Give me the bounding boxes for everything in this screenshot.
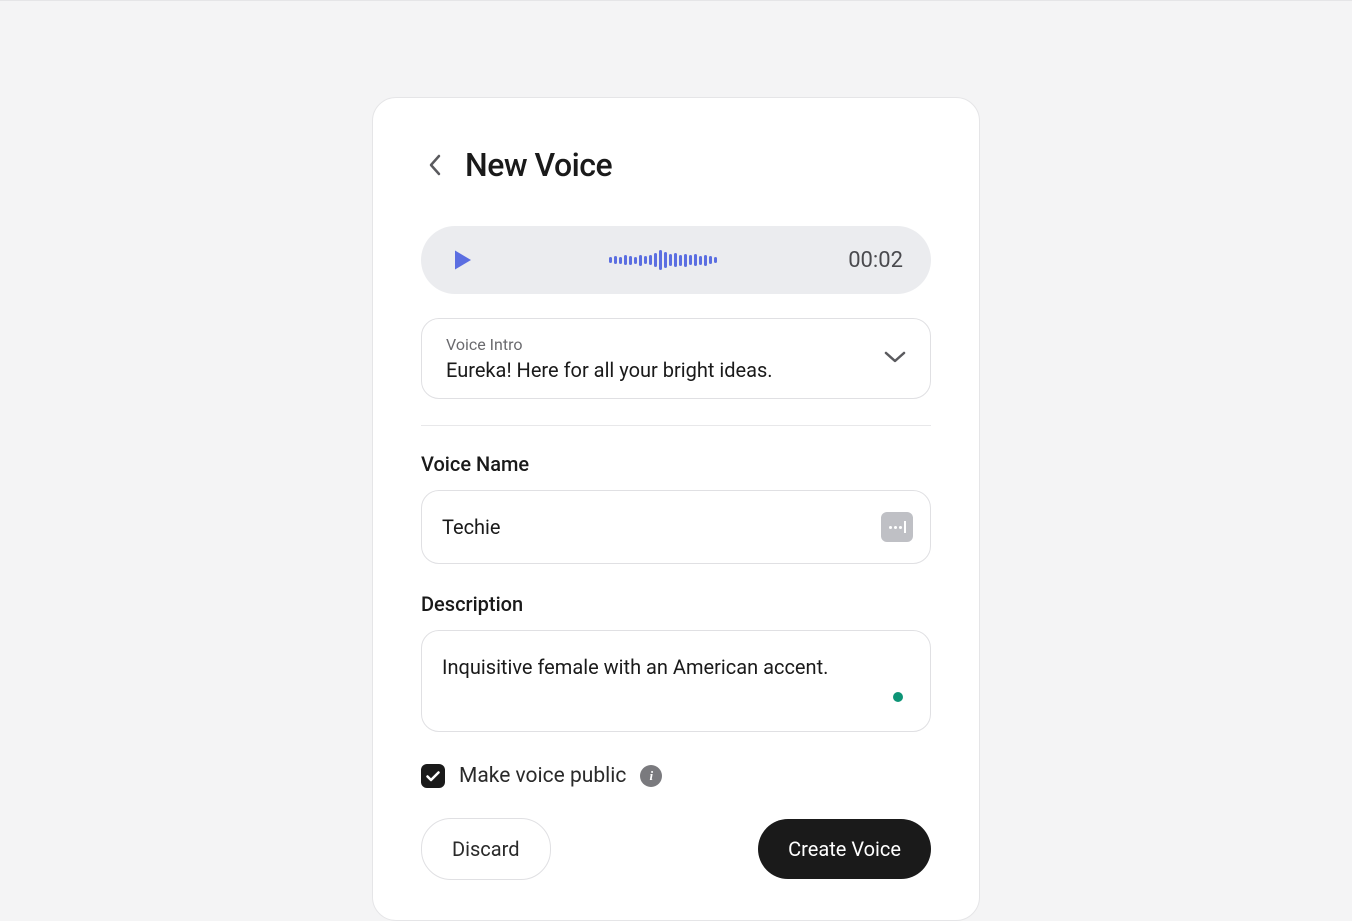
make-public-row: Make voice public i <box>421 764 931 788</box>
voice-name-wrapper <box>421 490 931 564</box>
chevron-left-icon <box>428 154 442 176</box>
password-manager-icon[interactable] <box>881 512 913 542</box>
play-icon <box>453 249 473 271</box>
make-public-label: Make voice public <box>459 764 626 788</box>
voice-name-input[interactable] <box>421 490 931 564</box>
voice-name-label: Voice Name <box>421 452 931 476</box>
make-public-checkbox[interactable] <box>421 764 445 788</box>
check-icon <box>426 771 440 782</box>
dropdown-content: Voice Intro Eureka! Here for all your br… <box>446 335 773 382</box>
audio-waveform[interactable] <box>609 248 717 272</box>
divider <box>421 425 931 426</box>
header: New Voice <box>421 146 931 184</box>
description-wrapper <box>421 630 931 736</box>
back-button[interactable] <box>421 151 449 179</box>
audio-player: 00:02 <box>421 226 931 294</box>
voice-intro-dropdown[interactable]: Voice Intro Eureka! Here for all your br… <box>421 318 931 399</box>
discard-button[interactable]: Discard <box>421 818 551 880</box>
play-button[interactable] <box>449 246 477 274</box>
chevron-down-icon <box>884 349 906 368</box>
description-label: Description <box>421 592 931 616</box>
voice-intro-value: Eureka! Here for all your bright ideas. <box>446 358 773 382</box>
info-icon[interactable]: i <box>640 765 662 787</box>
audio-timestamp: 00:02 <box>848 248 903 273</box>
new-voice-card: New Voice <box>372 97 980 921</box>
voice-intro-label: Voice Intro <box>446 335 773 354</box>
page-title: New Voice <box>465 146 612 184</box>
create-voice-button[interactable]: Create Voice <box>758 819 931 879</box>
description-input[interactable] <box>421 630 931 732</box>
status-indicator-icon <box>893 692 903 702</box>
button-row: Discard Create Voice <box>421 818 931 880</box>
